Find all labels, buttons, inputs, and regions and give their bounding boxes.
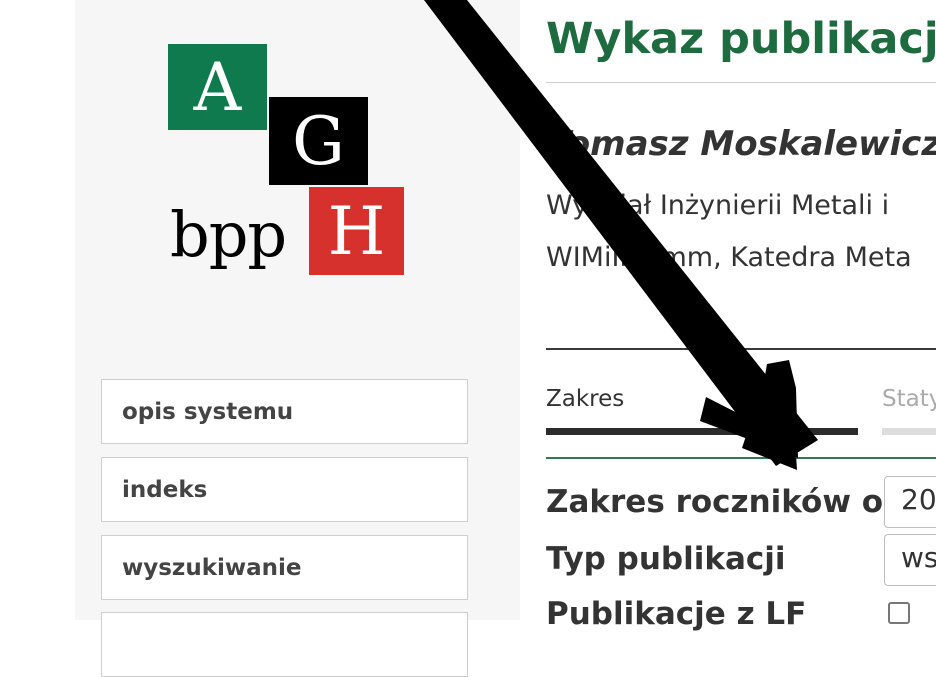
- logo-letter-g: G: [269, 97, 368, 185]
- tab-zakres-indicator: [546, 428, 858, 435]
- form-divider: [546, 457, 936, 459]
- sidebar-item-wyszukiwanie[interactable]: wyszukiwanie: [101, 535, 468, 600]
- publication-type-select[interactable]: ws: [884, 534, 936, 586]
- tab-statystyki[interactable]: Staty: [882, 386, 936, 412]
- tab-statystyki-indicator: [882, 428, 936, 435]
- sidebar-item-label: wyszukiwanie: [122, 554, 302, 581]
- main-content: [520, 0, 936, 620]
- title-divider: [546, 82, 936, 83]
- sidebar-item-label: indeks: [122, 476, 208, 503]
- faculty-name: Wydział Inżynierii Metali i: [546, 190, 890, 221]
- sidebar-item-opis-systemu[interactable]: opis systemu: [101, 379, 468, 444]
- lf-publications-label: Publikacje z LF: [546, 596, 807, 632]
- tab-label: Staty: [882, 386, 936, 412]
- tab-label: Zakres: [546, 386, 625, 412]
- author-name: Tomasz Moskalewicz: [548, 124, 936, 164]
- agh-bpp-logo[interactable]: A G bpp H: [168, 44, 408, 284]
- tab-zakres[interactable]: Zakres: [546, 386, 624, 412]
- department-name: WIMiIP-kmm, Katedra Meta: [546, 242, 912, 273]
- page-gutter: [0, 0, 75, 620]
- section-divider: [546, 348, 936, 350]
- logo-letter-a: A: [168, 44, 267, 130]
- sidebar-item-indeks[interactable]: indeks: [101, 457, 468, 522]
- logo-wordmark: bpp: [170, 198, 287, 271]
- publication-type-label: Typ publikacji: [546, 541, 786, 577]
- lf-publications-checkbox[interactable]: [888, 602, 910, 624]
- page-title: Wykaz publikacji: [546, 14, 936, 64]
- sidebar-item-next[interactable]: [101, 612, 468, 677]
- logo-letter-h: H: [309, 187, 404, 275]
- year-from-input[interactable]: 20: [884, 476, 936, 528]
- year-range-label: Zakres roczników od: [546, 484, 906, 520]
- sidebar-item-label: opis systemu: [122, 398, 294, 425]
